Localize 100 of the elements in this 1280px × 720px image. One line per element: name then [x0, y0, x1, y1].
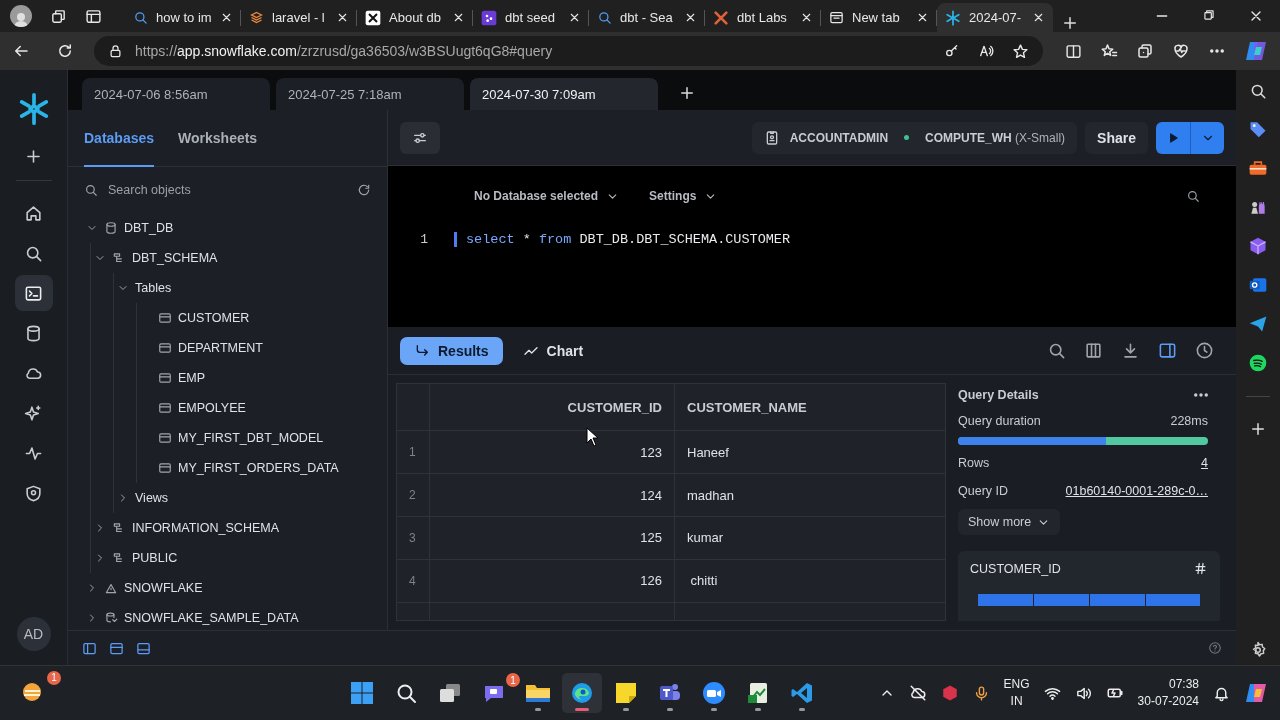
browser-tab[interactable]: 2024-07-	[937, 3, 1053, 32]
address-bar[interactable]: https://app.snowflake.com/zrzrusd/ga36503/w3BSUugt6qG8#query	[94, 36, 1043, 66]
tab-actions-icon[interactable]	[85, 7, 102, 25]
tree-item[interactable]: DBT_DB	[68, 213, 387, 243]
worksheet-tab[interactable]: 2024-07-25 7:18am	[276, 78, 464, 110]
close-icon[interactable]	[452, 11, 465, 24]
paper-plane-icon[interactable]	[1248, 314, 1268, 334]
worksheet-tab[interactable]: 2024-07-06 8:56am	[82, 78, 270, 110]
tree-item[interactable]: EMP	[137, 363, 387, 393]
close-icon[interactable]	[916, 11, 929, 24]
panel-tab[interactable]: Worksheets	[178, 110, 258, 167]
video-call-icon[interactable]	[702, 681, 726, 705]
tag-icon[interactable]	[1248, 119, 1268, 139]
language-indicator[interactable]: ENG IN	[1003, 676, 1030, 710]
read-aloud-icon[interactable]	[978, 43, 994, 59]
tree-item[interactable]: CUSTOMER	[137, 303, 387, 333]
help-icon[interactable]	[1208, 641, 1222, 655]
windows-start-icon[interactable]	[350, 681, 374, 705]
close-icon[interactable]	[220, 11, 233, 24]
note-icon[interactable]	[614, 681, 638, 705]
tree-item[interactable]: MY_FIRST_DBT_MODEL	[137, 423, 387, 453]
tree-item[interactable]: EMPOLYEE	[137, 393, 387, 423]
tree-item[interactable]: PUBLIC	[91, 543, 387, 573]
mail-icon[interactable]	[1248, 275, 1268, 295]
browser-icon[interactable]	[570, 681, 594, 705]
close-icon[interactable]	[336, 11, 349, 24]
browser-tab[interactable]: how to im	[125, 3, 241, 32]
settings-menu[interactable]: Settings	[649, 189, 718, 203]
tree-item[interactable]: DEPARTMENT	[137, 333, 387, 363]
context-selector[interactable]: ACCOUNTADMIN COMPUTE_WH (X-Small)	[751, 121, 1078, 154]
assistant-icon[interactable]	[1244, 681, 1268, 705]
database-selector[interactable]: No Database selected	[474, 189, 620, 203]
collections-icon[interactable]	[1136, 42, 1154, 60]
copilot-icon[interactable]	[1244, 39, 1268, 63]
close-icon[interactable]	[800, 11, 813, 24]
browser-tab[interactable]: dbt Labs	[705, 3, 821, 32]
table-icon	[158, 311, 172, 325]
key-icon[interactable]	[944, 43, 960, 59]
window-icon	[829, 10, 844, 25]
code-editor-icon[interactable]	[790, 681, 814, 705]
refresh-icon[interactable]	[357, 183, 371, 197]
filter-button[interactable]	[400, 121, 440, 154]
reload-icon[interactable]	[56, 42, 74, 60]
worksheet-tab[interactable]: 2024-07-30 7:09am	[470, 78, 658, 110]
row-number: 4	[396, 559, 430, 603]
tree-item[interactable]: SNOWFLAKE_SAMPLE_DATA	[68, 603, 387, 630]
spreadsheet-icon[interactable]	[746, 681, 770, 705]
query-id-link[interactable]: 01b60140-0001-289c-0…	[1065, 484, 1208, 498]
nav-item[interactable]	[14, 275, 53, 311]
new-tab-icon[interactable]	[1061, 14, 1079, 32]
add-icon[interactable]	[1249, 420, 1267, 438]
results-tab[interactable]: Chart	[508, 336, 598, 365]
close-icon[interactable]	[1032, 11, 1045, 24]
add-tab-icon[interactable]	[678, 84, 696, 102]
table-cell: 126	[429, 559, 675, 603]
close-icon[interactable]	[568, 11, 581, 24]
tree-item[interactable]: Tables	[114, 273, 387, 303]
close-icon[interactable]	[684, 11, 697, 24]
top-panel-icon[interactable]	[109, 640, 124, 656]
left-panel-icon[interactable]	[82, 640, 97, 656]
heart-pulse-icon[interactable]	[1172, 42, 1190, 60]
user-avatar[interactable]: AD	[16, 617, 51, 651]
star-icon[interactable]	[1012, 42, 1029, 60]
download-icon[interactable]	[1121, 341, 1140, 360]
show-more-button[interactable]: Show more	[958, 509, 1061, 535]
search-field[interactable]: Search objects	[106, 182, 349, 198]
column-header[interactable]: CUSTOMER_ID	[429, 383, 675, 431]
tree-item[interactable]: Views	[114, 483, 387, 513]
search-icon[interactable]	[1249, 82, 1267, 100]
browser-tab[interactable]: New tab	[821, 3, 937, 32]
cloud-off-icon[interactable]	[908, 684, 927, 702]
split-screen-icon[interactable]	[1065, 42, 1082, 60]
cube-icon[interactable]	[1248, 236, 1268, 256]
task-view-icon[interactable]	[438, 681, 462, 705]
clock-icon[interactable]	[1195, 341, 1214, 360]
tree-item[interactable]: SNOWFLAKE	[68, 573, 387, 603]
search-icon[interactable]	[1186, 189, 1200, 203]
toolbox-icon[interactable]	[1248, 158, 1268, 178]
workspaces-icon[interactable]	[50, 7, 67, 25]
column-header[interactable]: CUSTOMER_NAME	[674, 383, 946, 431]
panel-tab[interactable]: Databases	[84, 110, 155, 167]
table-icon	[158, 431, 172, 445]
profile-avatar[interactable]	[10, 5, 32, 27]
tree-item[interactable]: INFORMATION_SCHEMA	[91, 513, 387, 543]
search-icon[interactable]	[1047, 341, 1066, 360]
tree-item[interactable]: MY_FIRST_ORDERS_DATA	[137, 453, 387, 483]
app-tray-icon[interactable]	[940, 684, 959, 702]
browser-tab[interactable]: About db	[357, 3, 473, 32]
browser-tab[interactable]: laravel - l	[241, 3, 357, 32]
rows-link[interactable]: 4	[1201, 456, 1208, 470]
columns-icon[interactable]	[1084, 341, 1103, 360]
browser-tab[interactable]: dbt seed	[473, 3, 589, 32]
results-tab[interactable]: Results	[400, 336, 503, 365]
browser-tab[interactable]: dbt - Sea	[589, 3, 705, 32]
share-button[interactable]: Share	[1085, 121, 1148, 154]
music-app-icon[interactable]	[1248, 353, 1268, 373]
clock[interactable]: 07:38 30-07-2024	[1137, 676, 1199, 710]
side-panel-icon[interactable]	[1158, 341, 1177, 360]
tree-item[interactable]: DBT_SCHEMA	[91, 243, 387, 273]
bottom-panel-icon[interactable]	[136, 640, 151, 656]
